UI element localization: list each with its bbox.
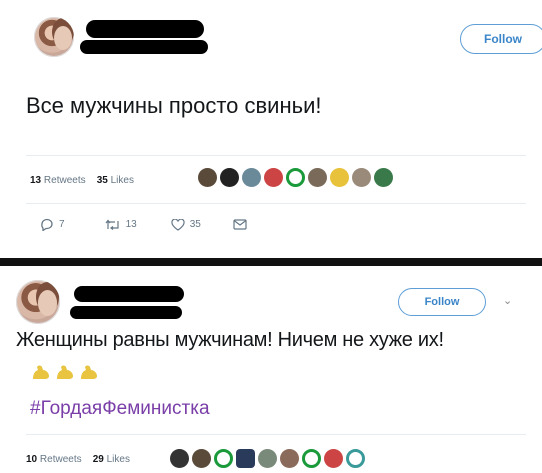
avatar[interactable] (16, 280, 60, 324)
liker-avatar[interactable] (286, 168, 305, 187)
liker-avatar[interactable] (324, 449, 343, 468)
flexed-biceps-icon (33, 365, 49, 379)
tweet-text: Все мужчины просто свиньи! (26, 93, 322, 118)
tweet-stats: 10 Retweets 29 Likes (26, 454, 130, 465)
censored-username (86, 20, 204, 38)
liker-avatars (198, 168, 393, 187)
reply-icon (41, 218, 53, 231)
liker-avatar[interactable] (346, 449, 365, 468)
like-button[interactable]: 35 (171, 218, 201, 231)
reply-button[interactable]: 7 (40, 218, 65, 231)
avatar[interactable] (34, 17, 74, 57)
divider (26, 434, 526, 435)
like-stat[interactable]: 29 Likes (93, 454, 130, 465)
tweet-card: Follow ⌄ Женщины равны мужчинам! Ничем н… (0, 266, 542, 473)
liker-avatar[interactable] (264, 168, 283, 187)
liker-avatar[interactable] (214, 449, 233, 468)
flexed-biceps-icon (81, 365, 97, 379)
like-stat[interactable]: 35 Likes (97, 175, 134, 186)
liker-avatar[interactable] (258, 449, 277, 468)
tweet-text: Женщины равны мужчинам! Ничем не хуже их… (16, 329, 444, 351)
dm-icon (233, 219, 247, 230)
liker-avatars (170, 449, 365, 468)
divider (26, 203, 526, 204)
emoji-row (30, 363, 100, 381)
tweet-stats: 13 Retweets 35 Likes (30, 175, 134, 186)
like-count: 35 (189, 219, 201, 230)
divider (26, 155, 526, 156)
dm-button[interactable] (233, 219, 247, 230)
retweet-icon (105, 219, 119, 230)
retweet-button[interactable]: 13 (105, 219, 137, 231)
follow-button[interactable]: Follow (460, 24, 542, 54)
censored-handle (70, 306, 182, 319)
chevron-down-icon[interactable]: ⌄ (503, 294, 512, 307)
censored-username (74, 286, 184, 302)
liker-avatar[interactable] (352, 168, 371, 187)
liker-avatar[interactable] (280, 449, 299, 468)
tweet-card: Follow Все мужчины просто свиньи! 13 Ret… (0, 0, 542, 258)
retweet-stat[interactable]: 10 Retweets (26, 454, 82, 465)
liker-avatar[interactable] (330, 168, 349, 187)
liker-avatar[interactable] (192, 449, 211, 468)
retweet-count: 13 (125, 219, 137, 230)
heart-icon (171, 218, 185, 231)
follow-button[interactable]: Follow (398, 288, 486, 316)
tweet-actions: 7 13 35 (40, 218, 247, 231)
liker-avatar[interactable] (170, 449, 189, 468)
reply-count: 7 (59, 219, 65, 230)
retweet-stat[interactable]: 13 Retweets (30, 175, 86, 186)
liker-avatar[interactable] (198, 168, 217, 187)
censored-handle (80, 40, 208, 54)
flexed-biceps-icon (57, 365, 73, 379)
liker-avatar[interactable] (374, 168, 393, 187)
liker-avatar[interactable] (220, 168, 239, 187)
hashtag-link[interactable]: #ГордаяФеминистка (30, 398, 210, 420)
liker-avatar[interactable] (236, 449, 255, 468)
liker-avatar[interactable] (302, 449, 321, 468)
liker-avatar[interactable] (308, 168, 327, 187)
separator (0, 258, 542, 266)
liker-avatar[interactable] (242, 168, 261, 187)
